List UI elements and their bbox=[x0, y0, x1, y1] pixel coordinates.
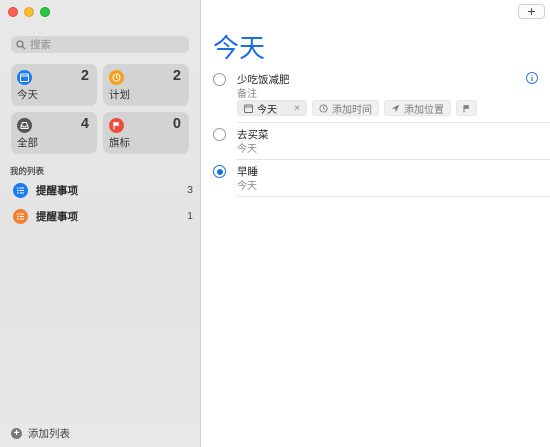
search-icon bbox=[16, 39, 26, 49]
divider bbox=[237, 122, 550, 123]
list-bullets-icon bbox=[13, 208, 28, 224]
zoom-window-button[interactable] bbox=[40, 7, 50, 17]
plus-circle-icon: + bbox=[11, 428, 22, 439]
add-location-label: 添加位置 bbox=[404, 104, 444, 116]
smart-list-label: 计划 bbox=[109, 89, 130, 101]
add-time-label: 添加时间 bbox=[332, 104, 372, 116]
smart-list-flagged[interactable]: 0 旗标 bbox=[103, 112, 189, 154]
list-name: 提醒事项 bbox=[36, 210, 78, 223]
add-reminder-button[interactable]: + bbox=[518, 4, 545, 19]
list-count: 1 bbox=[187, 210, 193, 222]
task-checkbox[interactable] bbox=[213, 73, 226, 86]
list-item[interactable]: 提醒事项 3 bbox=[13, 181, 195, 199]
my-lists-heading: 我的列表 bbox=[10, 166, 45, 176]
sidebar: 2 今天 2 计划 4 全部 0 旗标 我的列表 提醒事项 3 提醒事项 bbox=[0, 0, 201, 447]
search-input[interactable] bbox=[30, 38, 180, 51]
close-window-button[interactable] bbox=[8, 7, 18, 17]
smart-list-label: 全部 bbox=[17, 137, 38, 149]
calendar-icon bbox=[17, 70, 32, 85]
window-controls bbox=[8, 7, 50, 17]
task-notes-field[interactable]: 备注 bbox=[237, 85, 257, 100]
divider bbox=[237, 196, 550, 197]
smart-list-count: 4 bbox=[80, 116, 89, 132]
smart-list-count: 2 bbox=[172, 68, 181, 84]
task-detail-chips: 今天 × 添加时间 添加位置 bbox=[237, 100, 477, 116]
page-title: 今天 bbox=[213, 33, 266, 63]
smart-list-label: 今天 bbox=[17, 89, 38, 101]
calendar-icon bbox=[244, 104, 253, 113]
list-name: 提醒事项 bbox=[36, 184, 78, 197]
smart-list-scheduled[interactable]: 2 计划 bbox=[103, 64, 189, 106]
clear-date-icon[interactable]: × bbox=[294, 103, 300, 114]
info-icon[interactable]: i bbox=[526, 72, 538, 84]
task-due-label: 今天 bbox=[237, 181, 257, 192]
flag-icon bbox=[463, 104, 470, 112]
add-time-chip[interactable]: 添加时间 bbox=[312, 100, 379, 116]
add-list-label: 添加列表 bbox=[28, 428, 70, 440]
task-checkbox[interactable] bbox=[213, 128, 226, 141]
clock-icon bbox=[319, 103, 328, 113]
smart-list-today[interactable]: 2 今天 bbox=[11, 64, 97, 106]
smart-list-label: 旗标 bbox=[109, 137, 130, 149]
add-list-button[interactable]: + 添加列表 bbox=[11, 426, 70, 441]
task-checkbox[interactable] bbox=[213, 165, 226, 178]
list-item[interactable]: 提醒事项 1 bbox=[13, 207, 195, 225]
divider bbox=[237, 159, 550, 160]
smart-list-count: 0 bbox=[172, 116, 181, 132]
flag-chip[interactable] bbox=[456, 100, 477, 116]
smart-list-count: 2 bbox=[80, 68, 89, 84]
list-bullets-icon bbox=[13, 182, 28, 198]
location-arrow-icon bbox=[391, 104, 400, 112]
main-panel: + 今天 少吃饭减肥 备注 i 今天 × 添加时间 添加位置 去买菜 今天 早睡… bbox=[202, 0, 550, 447]
tray-icon bbox=[17, 118, 32, 133]
task-due-label: 今天 bbox=[237, 144, 257, 155]
flag-icon bbox=[109, 118, 124, 133]
date-chip[interactable]: 今天 × bbox=[237, 100, 307, 116]
date-chip-label: 今天 bbox=[257, 104, 277, 116]
search-field[interactable] bbox=[11, 36, 189, 53]
minimize-window-button[interactable] bbox=[24, 7, 34, 17]
clock-icon bbox=[109, 70, 124, 85]
add-location-chip[interactable]: 添加位置 bbox=[384, 100, 451, 116]
smart-list-all[interactable]: 4 全部 bbox=[11, 112, 97, 154]
list-count: 3 bbox=[187, 184, 193, 196]
